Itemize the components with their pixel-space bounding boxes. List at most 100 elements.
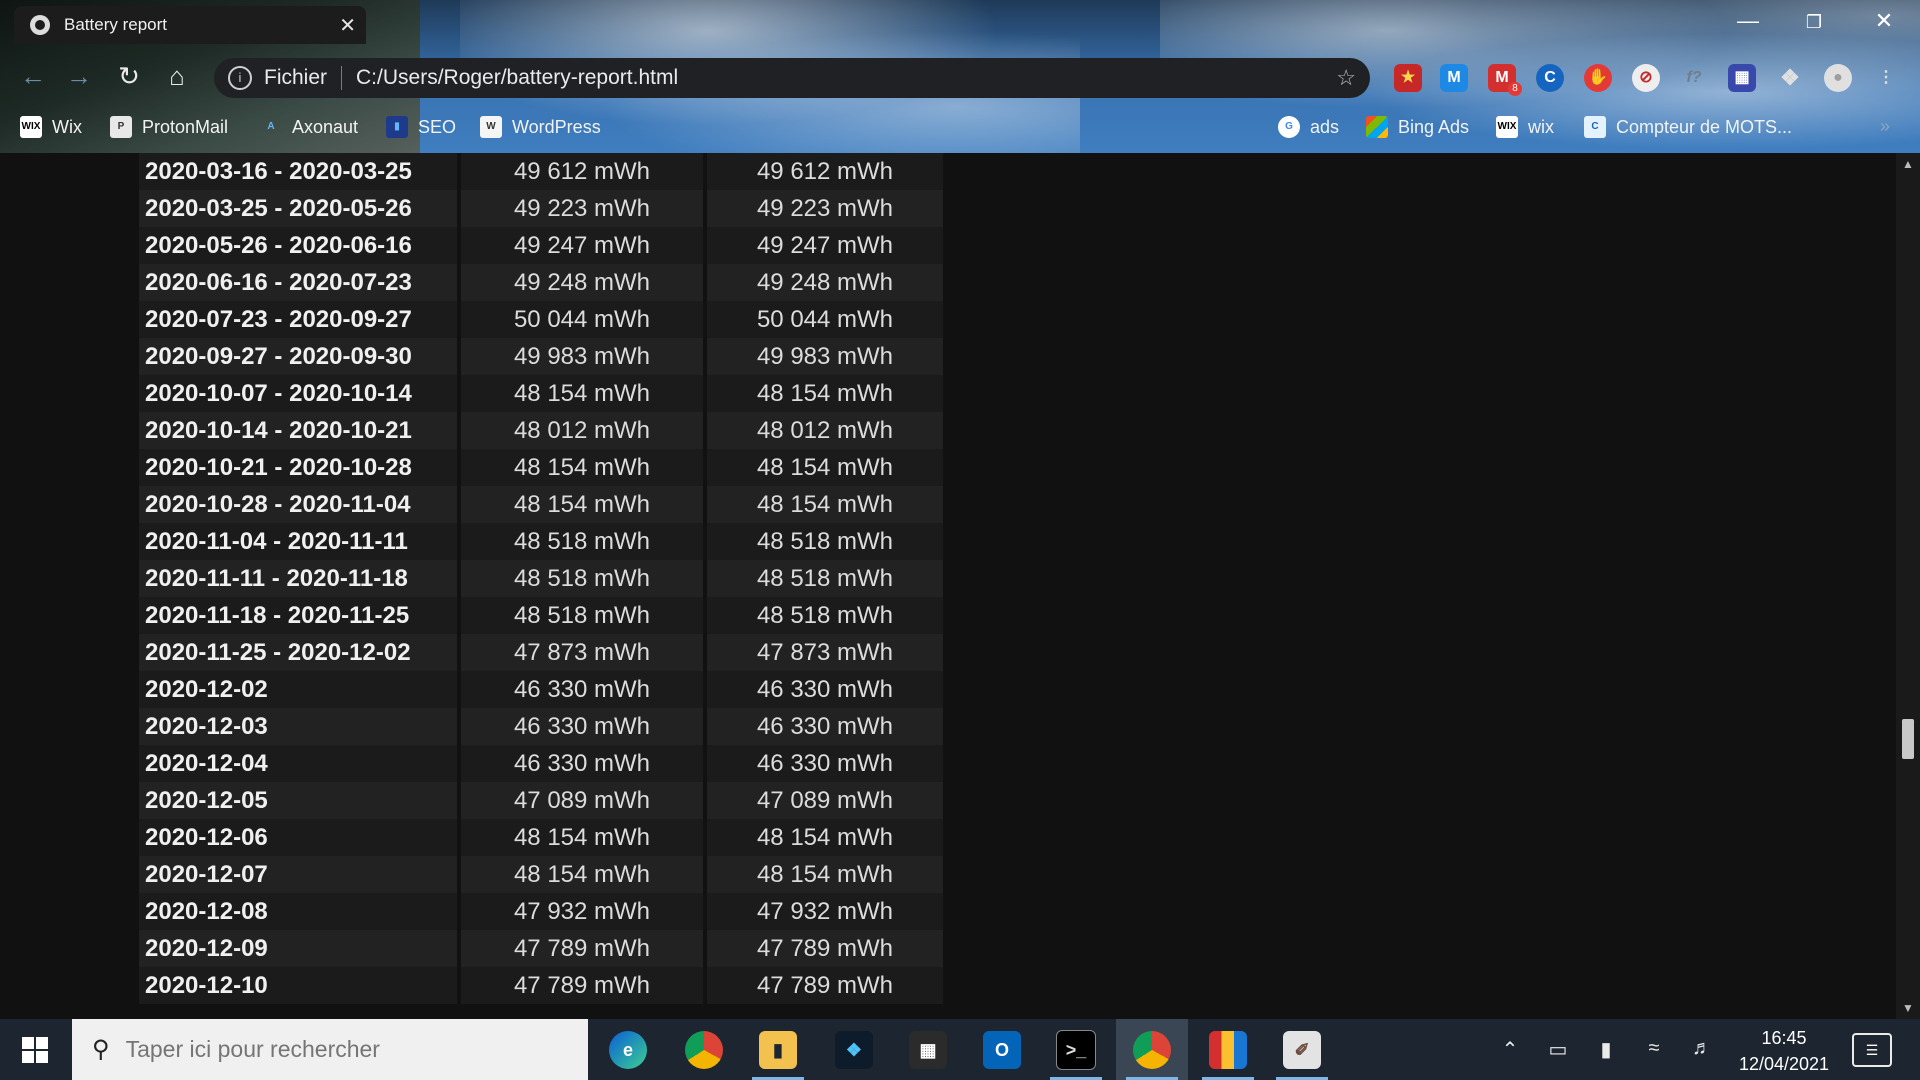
bookmark-wordpress[interactable]: W WordPress [480, 116, 601, 138]
chrome-active-icon [1133, 1030, 1171, 1069]
design-capacity-cell: 47 789 mWh [707, 930, 943, 967]
table-row: 2020-07-23 - 2020-09-27 50 044 mWh 50 044 … [139, 301, 943, 338]
taskbar-terminal[interactable]: >_ [1040, 1019, 1112, 1080]
table-row: 2020-12-08 47 932 mWh 47 932 mWh [139, 893, 943, 930]
tray-chevron-up-icon[interactable]: ⌃ [1488, 1037, 1532, 1062]
period-cell: 2020-05-26 - 2020-06-16 [139, 227, 457, 264]
extension-f-icon[interactable]: f? [1680, 64, 1708, 92]
taskbar-paint[interactable]: ✐ [1266, 1019, 1338, 1080]
back-icon[interactable]: ← [16, 61, 50, 92]
extension-c-icon[interactable]: C [1536, 64, 1564, 92]
tray-wifi-icon[interactable]: ≈ [1632, 1037, 1676, 1060]
full-charge-capacity-cell: 46 330 mWh [461, 745, 703, 782]
tray-battery-icon[interactable]: ▮ [1584, 1037, 1628, 1062]
restore-button[interactable]: ❐ [1784, 12, 1844, 33]
notification-center-icon[interactable]: ☰ [1852, 1033, 1892, 1067]
bookmark-label: ads [1310, 116, 1340, 137]
table-row: 2020-12-03 46 330 mWh 46 330 mWh [139, 708, 943, 745]
table-row: 2020-11-18 - 2020-11-25 48 518 mWh 48 518 … [139, 597, 943, 634]
bookmark-axonaut[interactable]: A Axonaut [260, 116, 358, 138]
design-capacity-cell: 49 983 mWh [707, 338, 943, 375]
seo-chart-icon: ▮ [386, 116, 408, 138]
menu-dots-icon[interactable]: ⋮ [1872, 64, 1900, 92]
period-cell: 2020-12-07 [139, 856, 457, 893]
full-charge-capacity-cell: 47 089 mWh [461, 782, 703, 819]
extension-grid-icon[interactable]: ▦ [1728, 64, 1756, 92]
table-row: 2020-10-14 - 2020-10-21 48 012 mWh 48 012 … [139, 412, 943, 449]
scroll-down-icon[interactable]: ▼ [1896, 1001, 1920, 1015]
mail-badge: 8 [1508, 82, 1522, 96]
info-icon[interactable]: i [228, 66, 252, 90]
period-cell: 2020-10-07 - 2020-10-14 [139, 375, 457, 412]
full-charge-capacity-cell: 49 612 mWh [461, 153, 703, 190]
tray-volume-icon[interactable]: ♬ [1680, 1037, 1724, 1060]
table-row: 2020-05-26 - 2020-06-16 49 247 mWh 49 247 … [139, 227, 943, 264]
profile-avatar-icon[interactable]: ● [1824, 64, 1852, 92]
protonmail-icon: P [110, 116, 132, 138]
tray-device-icon[interactable]: ▭ [1536, 1037, 1580, 1062]
bookmark-ads[interactable]: G ads [1278, 116, 1339, 138]
tab-battery-report[interactable]: Battery report ✕ [14, 6, 366, 44]
compteur-icon: C [1584, 116, 1606, 138]
full-charge-capacity-cell: 47 789 mWh [461, 930, 703, 967]
clock-time: 16:45 [1761, 1028, 1807, 1048]
bookmark-wix-2[interactable]: WIX wix [1496, 116, 1554, 138]
bookmark-seo[interactable]: ▮ SEO [386, 116, 456, 138]
extensions-puzzle-icon[interactable]: ❖ [1776, 64, 1804, 92]
taskbar-clock[interactable]: 16:45 12/04/2021 [1730, 1025, 1838, 1077]
taskbar-chrome-active[interactable] [1116, 1019, 1188, 1080]
taskbar-app-blue[interactable]: ❖ [818, 1019, 890, 1080]
taskbar-edge[interactable]: e [592, 1019, 664, 1080]
design-capacity-cell: 48 154 mWh [707, 449, 943, 486]
bookmark-label: SEO [418, 116, 457, 137]
wordpress-icon: W [480, 116, 502, 138]
period-cell: 2020-11-25 - 2020-12-02 [139, 634, 457, 671]
close-window-button[interactable]: ✕ [1854, 8, 1914, 34]
url-text[interactable]: C:/Users/Roger/battery-report.html [356, 66, 1336, 90]
design-capacity-cell: 48 012 mWh [707, 412, 943, 449]
table-row: 2020-12-09 47 789 mWh 47 789 mWh [139, 930, 943, 967]
design-capacity-cell: 49 248 mWh [707, 264, 943, 301]
period-cell: 2020-09-27 - 2020-09-30 [139, 338, 457, 375]
taskbar-calculator[interactable]: ▦ [892, 1019, 964, 1080]
extension-hand-icon[interactable]: ✋ [1584, 64, 1612, 92]
period-cell: 2020-11-11 - 2020-11-18 [139, 560, 457, 597]
extension-block-icon[interactable]: ⊘ [1632, 64, 1660, 92]
table-row: 2020-10-21 - 2020-10-28 48 154 mWh 48 154 … [139, 449, 943, 486]
app-blue-icon: ❖ [835, 1030, 873, 1069]
bookmarks-overflow-icon[interactable]: » [1880, 116, 1890, 137]
taskbar-file-explorer[interactable]: ▮ [742, 1019, 814, 1080]
table-row: 2020-10-07 - 2020-10-14 48 154 mWh 48 154 … [139, 375, 943, 412]
calculator-icon: ▦ [909, 1030, 947, 1069]
minimize-button[interactable]: — [1718, 8, 1778, 34]
bookmark-wix[interactable]: WIX Wix [20, 116, 82, 138]
start-button[interactable] [0, 1019, 70, 1080]
scroll-thumb[interactable] [1902, 719, 1914, 759]
bookmark-compteur-de-mots[interactable]: C Compteur de MOTS... [1584, 116, 1792, 138]
bookmark-protonmail[interactable]: P ProtonMail [110, 116, 228, 138]
bookmark-label: wix [1528, 116, 1554, 137]
forward-icon[interactable]: → [62, 61, 96, 92]
report-page: 2020-03-16 - 2020-03-25 49 612 mWh 49 612 … [0, 153, 1896, 1019]
chrome-icon [685, 1030, 723, 1069]
taskbar-books[interactable] [1192, 1019, 1264, 1080]
table-row: 2020-11-04 - 2020-11-11 48 518 mWh 48 518 … [139, 523, 943, 560]
bookmark-star-icon[interactable]: ☆ [1336, 65, 1356, 91]
design-capacity-cell: 46 330 mWh [707, 708, 943, 745]
search-input[interactable] [123, 1035, 548, 1064]
extension-star-icon[interactable]: ★ [1394, 64, 1422, 92]
page-scrollbar[interactable]: ▲ ▼ [1896, 153, 1920, 1019]
reload-icon[interactable]: ↻ [112, 61, 146, 92]
extension-m-icon[interactable]: M [1440, 64, 1468, 92]
scroll-up-icon[interactable]: ▲ [1896, 157, 1920, 171]
tab-close-icon[interactable]: ✕ [339, 13, 356, 38]
books-icon [1209, 1030, 1247, 1069]
bookmark-bing-ads[interactable]: ■ Bing Ads [1366, 116, 1469, 138]
address-bar[interactable]: i Fichier C:/Users/Roger/battery-report.… [214, 58, 1370, 98]
taskbar-chrome[interactable] [668, 1019, 740, 1080]
taskbar-search[interactable]: ⚲ [72, 1019, 588, 1080]
period-cell: 2020-12-09 [139, 930, 457, 967]
taskbar-outlook[interactable]: O [966, 1019, 1038, 1080]
period-cell: 2020-10-21 - 2020-10-28 [139, 449, 457, 486]
home-icon[interactable]: ⌂ [160, 61, 194, 92]
